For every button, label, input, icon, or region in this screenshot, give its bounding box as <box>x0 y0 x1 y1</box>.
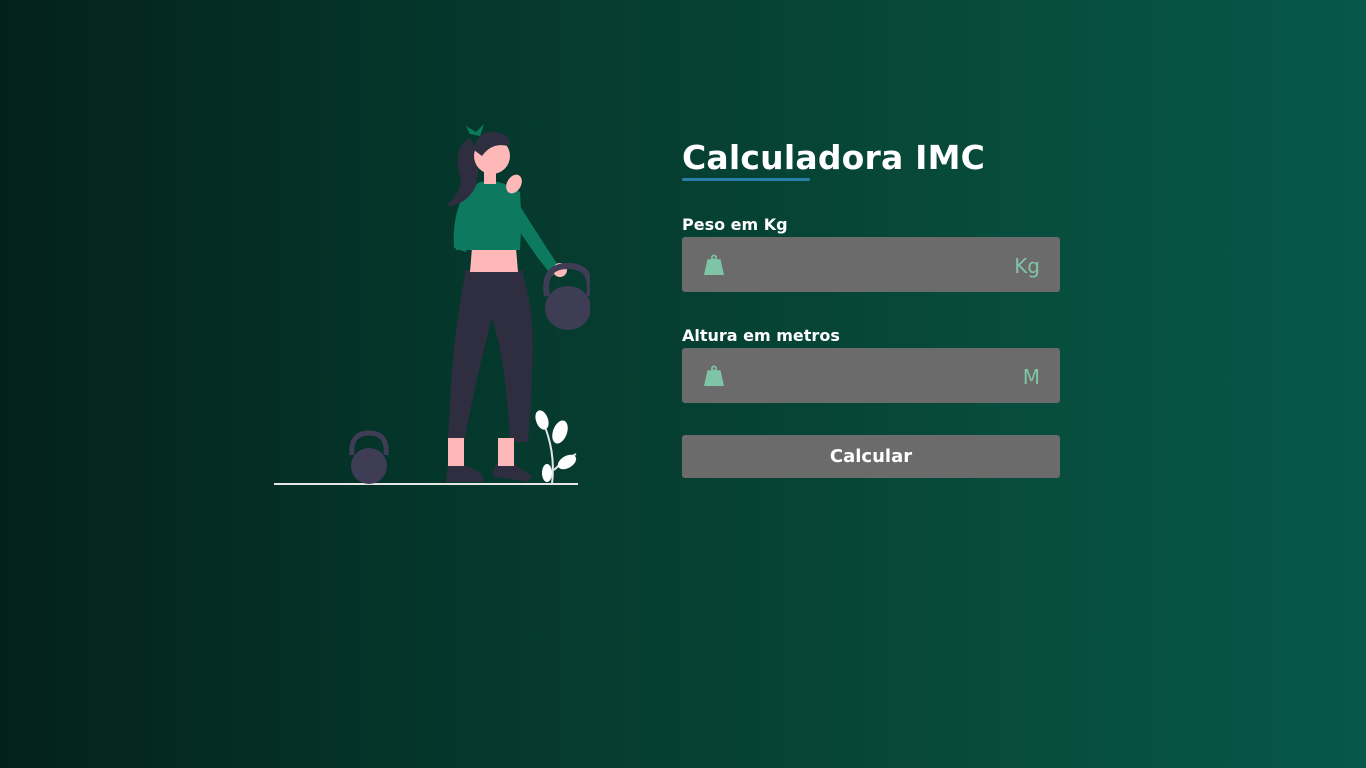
weight-label: Peso em Kg <box>682 215 788 234</box>
page-title: Calculadora IMC <box>682 138 986 177</box>
plant <box>535 410 577 485</box>
weight-field: Kg <box>682 237 1060 292</box>
height-input[interactable] <box>682 348 1060 403</box>
shoe-right <box>492 464 532 482</box>
imc-form: Calculadora IMC Peso em Kg Kg Altura em … <box>682 136 1060 478</box>
kettlebell-floor <box>349 430 389 484</box>
height-field: M <box>682 348 1060 403</box>
weight-unit: Kg <box>1014 254 1040 278</box>
legs <box>448 270 533 442</box>
height-label: Altura em metros <box>682 326 840 345</box>
height-unit: M <box>1022 365 1040 389</box>
kettlebell-held <box>543 262 593 330</box>
calculate-button[interactable]: Calcular <box>682 435 1060 478</box>
shoe-left <box>446 465 484 482</box>
weight-input[interactable] <box>682 237 1060 292</box>
fitness-illustration <box>270 120 593 490</box>
